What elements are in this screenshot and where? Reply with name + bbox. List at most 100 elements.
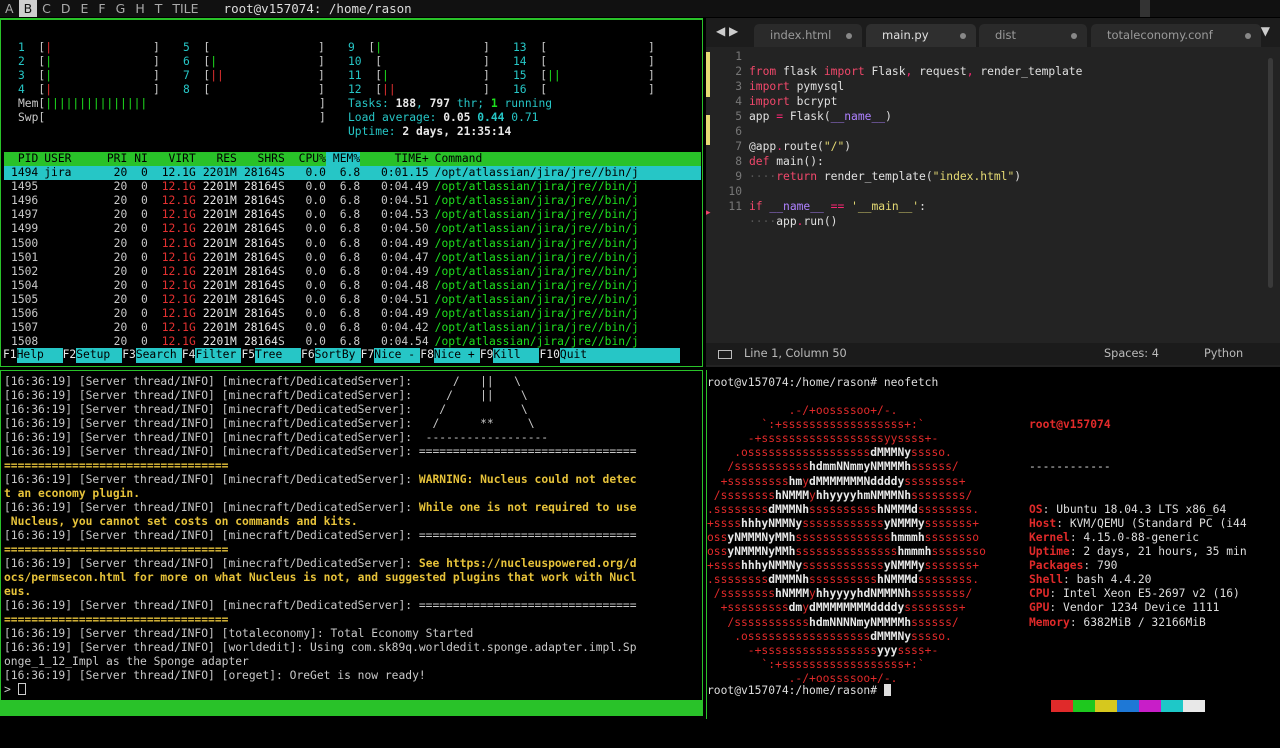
fkey-sortby[interactable]: F6 SortBy: [301, 348, 361, 363]
process-row[interactable]: 1499 20 0 12.1G 2201M 28164S 0.0 6.8 0:04.50/opt…: [4, 222, 701, 236]
process-mem: 6.8: [339, 264, 361, 278]
col-header-ni[interactable]: NI: [127, 152, 148, 166]
process-s: S: [277, 307, 285, 320]
unsaved-dot-icon[interactable]: [1245, 33, 1251, 39]
col-header-command[interactable]: Command: [429, 152, 629, 166]
syntax-selector[interactable]: Python: [1204, 343, 1243, 365]
process-row[interactable]: 1507 20 0 12.1G 2201M 28164S 0.0 6.8 0:04.42/opt…: [4, 321, 701, 335]
process-row[interactable]: 1494 jira 20 0 12.1G 2201M 28164S 0.0 6.8 0:01.15…: [4, 166, 701, 180]
log-line: =================================: [4, 613, 229, 626]
process-row[interactable]: 1505 20 0 12.1G 2201M 28164S 0.0 6.8 0:04.51/opt…: [4, 293, 701, 307]
process-table-header[interactable]: PID USER PRI NI VIRT RES SHRS CPU% MEM% TIME+ Comm…: [4, 152, 701, 167]
tag-e[interactable]: E: [76, 0, 94, 17]
col-header-s[interactable]: S: [278, 152, 292, 166]
col-header-time[interactable]: TIME+: [360, 152, 429, 166]
process-row[interactable]: 1502 20 0 12.1G 2201M 28164S 0.0 6.8 0:04.49/opt…: [4, 265, 701, 279]
indent-setting[interactable]: Spaces: 4: [1104, 343, 1159, 365]
cpu-meter: 10 [: [348, 55, 383, 69]
tab-label: main.py: [882, 28, 929, 42]
editor-tab-bar: ◀ ▶ index.html main.py dist totaleconomy.co…: [706, 18, 1280, 47]
process-res: 2201M: [202, 278, 237, 292]
info-key: Memory: [1029, 615, 1070, 629]
process-row[interactable]: 1496 20 0 12.1G 2201M 28164S 0.0 6.8 0:04.51/opt…: [4, 194, 701, 208]
col-header-user[interactable]: USER: [38, 152, 100, 166]
scrollbar[interactable]: [1268, 58, 1273, 288]
process-row[interactable]: 1495 20 0 12.1G 2201M 28164S 0.0 6.8 0:04.49/opt…: [4, 180, 701, 194]
tab-overflow-icon[interactable]: ▼: [1261, 24, 1270, 38]
tag-c[interactable]: C: [37, 0, 56, 17]
col-header-mem[interactable]: MEM%: [325, 152, 361, 167]
tag-tile[interactable]: TILE: [167, 0, 203, 17]
process-row[interactable]: 1500 20 0 12.1G 2201M 28164S 0.0 6.8 0:04.49/opt…: [4, 237, 701, 251]
cpu-bracket: ]: [318, 55, 325, 69]
line-number: 1: [735, 50, 742, 63]
code-line: def main():: [749, 155, 824, 169]
process-row[interactable]: 1501 20 0 12.1G 2201M 28164S 0.0 6.8 0:04.47/opt…: [4, 251, 701, 265]
neofetch-terminal[interactable]: root@v157074:/home/rason# neofetch .-/+o…: [706, 370, 1280, 719]
fkey-label: SortBy: [314, 348, 361, 363]
panel-toggle-icon[interactable]: [718, 350, 732, 359]
tag-b[interactable]: B: [18, 0, 38, 17]
unsaved-dot-icon[interactable]: [960, 33, 966, 39]
htop-pane[interactable]: 1 [|] 2 [|] 3 [|] 4 [|] 5 [] 6 [|] 7 [||] 8 [] 9…: [0, 18, 703, 367]
fkey-search[interactable]: F3 Search: [122, 348, 182, 363]
fkey-help[interactable]: F1 Help: [3, 348, 63, 363]
tab-main-py[interactable]: main.py: [866, 24, 976, 47]
log-line: eus.: [4, 585, 32, 598]
tab-index-html[interactable]: index.html: [754, 24, 862, 47]
cpu-meter: 4 [|: [18, 83, 53, 97]
tag-t[interactable]: T: [150, 0, 168, 17]
tmux-window-list[interactable]: [0] 0:Fh?ч1]&I*: [6, 716, 108, 732]
code-editor[interactable]: ◀ ▶ index.html main.py dist totaleconomy.co…: [706, 18, 1280, 367]
process-cpu: 0.0: [305, 250, 326, 264]
tag-a[interactable]: A: [0, 0, 19, 17]
cpu-meter: 6 [|: [183, 55, 218, 69]
col-header-res[interactable]: RES: [196, 152, 236, 166]
fkey-nice[interactable]: F8 Nice +: [420, 348, 480, 363]
cpu-bracket: ]: [483, 55, 490, 69]
cpu-bar: ||: [547, 69, 561, 83]
process-row[interactable]: 1506 20 0 12.1G 2201M 28164S 0.0 6.8 0:04.49/opt…: [4, 307, 701, 321]
process-row[interactable]: 1497 20 0 12.1G 2201M 28164S 0.0 6.8 0:04.53/opt…: [4, 208, 701, 222]
nav-arrows-icon[interactable]: ◀ ▶: [716, 24, 738, 38]
fkey-code: F7: [360, 348, 375, 363]
process-virt: 12.1G: [161, 321, 196, 335]
col-header-cpu[interactable]: CPU%: [292, 152, 326, 166]
code-area[interactable]: from flask import Flask, request, render…: [749, 50, 1269, 257]
fkey-tree[interactable]: F5 Tree: [241, 348, 302, 363]
log-line: [16:36:19] [Server thread/INFO] [minecra…: [4, 403, 528, 416]
fkey-filter[interactable]: F4 Filter: [181, 348, 242, 363]
col-header-virt[interactable]: VIRT: [148, 152, 196, 166]
process-s: S: [277, 236, 285, 250]
col-header-shr[interactable]: SHR: [237, 152, 278, 166]
fkey-nice[interactable]: F7 Nice -: [360, 348, 421, 363]
tag-d[interactable]: D: [56, 0, 76, 17]
process-pri: 20: [113, 208, 128, 222]
tab-dist[interactable]: dist: [979, 24, 1087, 47]
cpu-number: 2: [18, 55, 25, 69]
palette-swatch: [1073, 699, 1095, 712]
col-header-pri[interactable]: PRI: [100, 152, 127, 166]
unsaved-dot-icon[interactable]: [846, 33, 852, 39]
minecraft-console[interactable]: [16:36:19] [Server thread/INFO] [minecra…: [0, 370, 703, 705]
unsaved-dot-icon[interactable]: [1071, 33, 1077, 39]
fkey-quit[interactable]: F10 Quit: [539, 348, 680, 363]
palette-swatch: [1095, 699, 1117, 712]
info-value: Intel Xeon E5-2697 v2 (16): [1063, 587, 1240, 601]
fkey-kill[interactable]: F9 Kill: [479, 348, 540, 363]
info-os: OS: Ubuntu 18.04.3 LTS x86_64: [1029, 502, 1227, 516]
tag-f[interactable]: F: [93, 0, 110, 17]
tab-totaleconomy-conf[interactable]: totaleconomy.conf: [1091, 24, 1261, 47]
cpu-number: 8: [183, 83, 190, 97]
cpu-bracket: ]: [318, 41, 325, 54]
col-header-pid[interactable]: PID: [4, 152, 38, 166]
process-mem: 6.8: [339, 292, 361, 306]
palette-swatch: [1161, 699, 1183, 712]
process-shr: 28164: [243, 264, 278, 278]
tag-g[interactable]: G: [111, 0, 131, 17]
tag-h[interactable]: H: [130, 0, 149, 17]
process-row[interactable]: 1504 20 0 12.1G 2201M 28164S 0.0 6.8 0:04.48/opt…: [4, 279, 701, 293]
cpu-meter: 3 [|: [18, 69, 53, 83]
cpu-number: 6: [183, 55, 190, 69]
fkey-setup[interactable]: F2 Setup: [62, 348, 123, 363]
